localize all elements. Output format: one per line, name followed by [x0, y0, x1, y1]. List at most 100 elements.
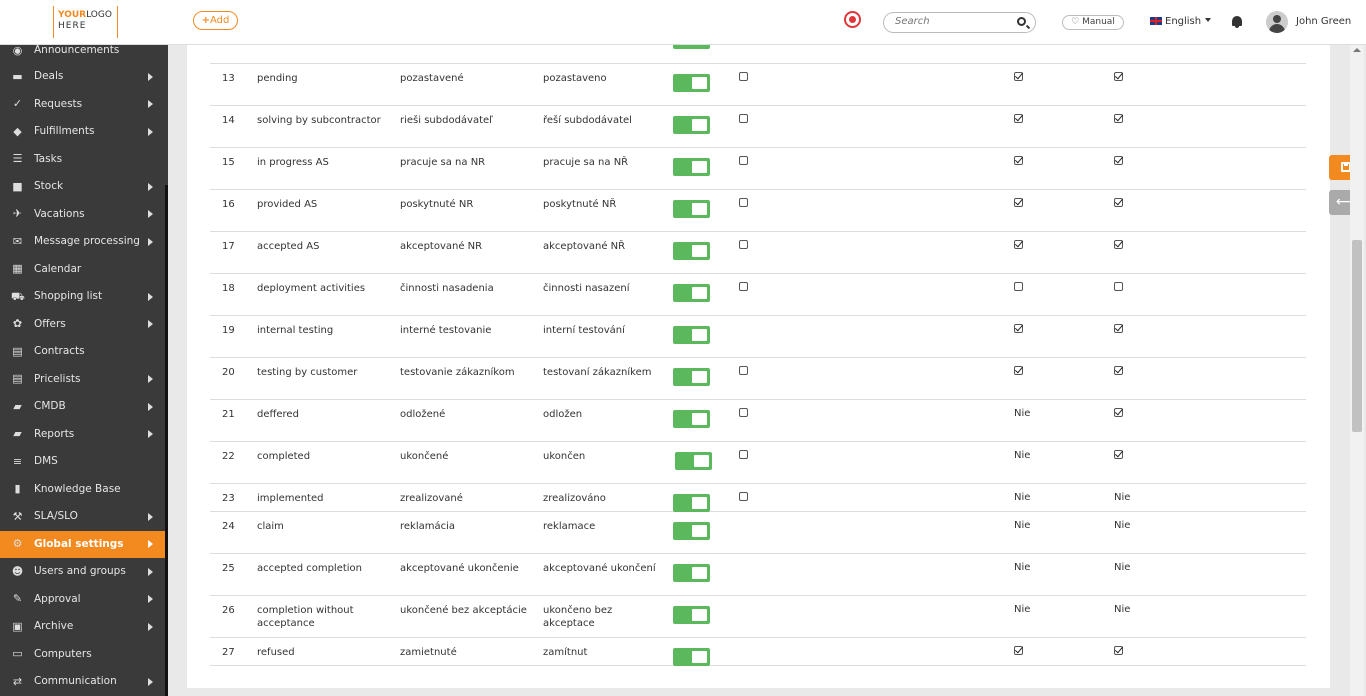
sidebar-item-requests[interactable]: ✓ Requests [0, 91, 168, 119]
flag-checkbox[interactable] [1114, 156, 1144, 165]
sidebar-item-communication[interactable]: ⇄ Communication [0, 668, 168, 696]
logo[interactable]: YOURLOGO HERE [53, 6, 118, 38]
chevron-right-icon [148, 512, 153, 521]
row-checkbox[interactable] [739, 156, 748, 165]
active-toggle[interactable] [673, 74, 710, 92]
flag-checkbox[interactable] [1014, 324, 1044, 333]
sidebar-item-vacations[interactable]: ✈ Vacations [0, 201, 168, 229]
sidebar-item-reports[interactable]: ▰ Reports [0, 421, 168, 449]
flag-checkbox[interactable] [1114, 408, 1144, 417]
sidebar-item-icon: ⚒ [12, 509, 23, 523]
state-name-sk: reklamácia [400, 521, 456, 532]
sidebar-item-offers[interactable]: ✿ Offers [0, 311, 168, 339]
row-checkbox[interactable] [739, 282, 748, 291]
flag-checkbox[interactable] [1014, 72, 1044, 81]
sidebar-item-computers[interactable]: ▭ Computers [0, 641, 168, 669]
flag-checkbox[interactable] [1014, 282, 1044, 291]
sidebar-item-deals[interactable]: ▬ Deals [0, 63, 168, 91]
flag-checkbox[interactable] [1114, 646, 1144, 655]
active-toggle[interactable] [673, 284, 710, 302]
sidebar-item-label: Announcements [34, 45, 120, 56]
sidebar-item-archive[interactable]: ▣ Archive [0, 613, 168, 641]
add-button[interactable]: +Add [193, 11, 238, 30]
flag-checkbox[interactable] [1014, 366, 1044, 375]
sidebar-item-pricelists[interactable]: ▤ Pricelists [0, 366, 168, 394]
flag-checkbox[interactable] [1114, 72, 1144, 81]
search-input[interactable] [895, 16, 1015, 27]
bell-icon[interactable] [1232, 16, 1242, 28]
active-toggle[interactable] [673, 242, 710, 260]
flag-checkbox[interactable] [1114, 450, 1144, 459]
flag-checkbox[interactable] [1114, 114, 1144, 123]
sidebar-item-sla-slo[interactable]: ⚒ SLA/SLO [0, 503, 168, 531]
row-checkbox[interactable] [739, 114, 748, 123]
manual-button[interactable]: ♡ Manual [1062, 15, 1124, 30]
sidebar-item-label: SLA/SLO [34, 510, 78, 522]
active-toggle[interactable] [673, 648, 710, 666]
sidebar-item-tasks[interactable]: ☰ Tasks [0, 146, 168, 174]
scroll-up-icon[interactable] [1353, 48, 1361, 52]
row-checkbox[interactable] [739, 492, 748, 501]
language-selector[interactable]: English [1150, 16, 1212, 27]
sidebar-item-calendar[interactable]: ▦ Calendar [0, 256, 168, 284]
row-checkbox[interactable] [739, 450, 748, 459]
flag-checkbox[interactable] [1114, 198, 1144, 207]
checked-icon [1114, 198, 1123, 207]
flag-checkbox[interactable] [1114, 366, 1144, 375]
row-checkbox[interactable] [739, 198, 748, 207]
sidebar-item-knowledge-base[interactable]: ▮ Knowledge Base [0, 476, 168, 504]
sidebar-item-icon: ⚙ [12, 537, 23, 551]
sidebar-item-label: Users and groups [34, 565, 126, 577]
username[interactable]: John Green [1296, 16, 1351, 27]
flag-checkbox[interactable] [1014, 114, 1044, 123]
sidebar-item-fulfillments[interactable]: ◆ Fulfillments [0, 118, 168, 146]
active-toggle[interactable] [675, 452, 712, 470]
active-toggle[interactable] [673, 158, 710, 176]
flag-checkbox[interactable] [1014, 198, 1044, 207]
sidebar-item-message-processing[interactable]: ✉ Message processing [0, 228, 168, 256]
row-checkbox[interactable] [739, 72, 748, 81]
active-toggle[interactable] [673, 326, 710, 344]
checked-icon [1114, 72, 1123, 81]
active-toggle[interactable] [673, 494, 710, 512]
active-toggle[interactable] [673, 368, 710, 386]
active-toggle[interactable] [673, 410, 710, 428]
chevron-right-icon [148, 210, 153, 219]
sidebar-item-announcements[interactable]: ◉ Announcements [0, 45, 168, 57]
state-name-en: solving by subcontractor [257, 115, 381, 126]
page-scrollbar[interactable] [1350, 45, 1364, 696]
flag-checkbox[interactable] [1014, 646, 1044, 655]
chevron-right-icon [148, 320, 153, 329]
row-checkbox[interactable] [739, 366, 748, 375]
flag-checkbox[interactable] [1114, 240, 1144, 249]
state-name-en: implemented [257, 493, 324, 504]
search-icon[interactable] [1017, 17, 1026, 26]
sidebar-item-users-and-groups[interactable]: ☻ Users and groups [0, 558, 168, 586]
scroll-thumb[interactable] [1352, 240, 1362, 432]
chevron-right-icon [148, 182, 153, 191]
active-toggle[interactable] [673, 116, 710, 134]
flag-checkbox[interactable] [1014, 156, 1044, 165]
row-checkbox[interactable] [739, 240, 748, 249]
active-toggle[interactable] [673, 564, 710, 582]
sidebar-item-contracts[interactable]: ▤ Contracts [0, 338, 168, 366]
active-toggle[interactable] [673, 522, 710, 540]
sidebar-item-global-settings[interactable]: ⚙ Global settings [0, 530, 165, 558]
state-name-en: testing by customer [257, 367, 358, 378]
sidebar-item-stock[interactable]: ■ Stock [0, 173, 168, 201]
sidebar-item-dms[interactable]: ≡ DMS [0, 448, 168, 476]
active-toggle[interactable] [673, 200, 710, 218]
row-checkbox[interactable] [739, 408, 748, 417]
sidebar-item-approval[interactable]: ✎ Approval [0, 586, 168, 614]
active-toggle[interactable] [673, 606, 710, 624]
sidebar: ◉ Announcements ▬ Deals ✓ Requests ◆ Fulfillmen… [0, 45, 168, 696]
state-name-sk: zamietnuté [400, 647, 457, 658]
flag-checkbox[interactable] [1114, 282, 1144, 291]
avatar[interactable] [1266, 11, 1288, 33]
sidebar-item-shopping-list[interactable]: ⛟ Shopping list [0, 283, 168, 311]
table-row: 13 pending pozastavené pozastaveno [210, 64, 1306, 106]
flag-checkbox[interactable] [1114, 324, 1144, 333]
flag-checkbox[interactable] [1014, 240, 1044, 249]
sidebar-item-cmdb[interactable]: ▰ CMDB [0, 393, 168, 421]
location-pin-icon[interactable] [844, 11, 861, 28]
